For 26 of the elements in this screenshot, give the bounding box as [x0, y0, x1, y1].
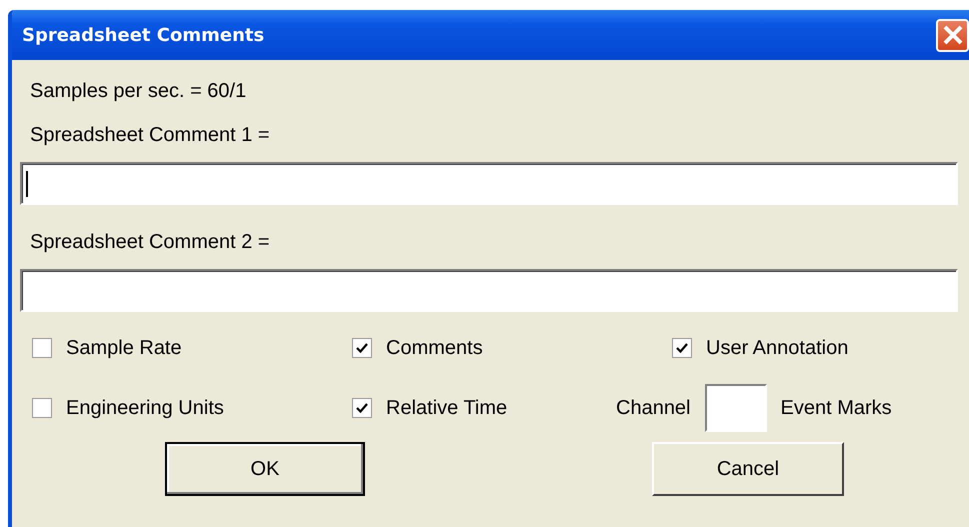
- checkbox-label: Relative Time: [386, 396, 508, 420]
- sample-rate-text: Samples per sec. = 60/1: [30, 78, 248, 104]
- checkmark-icon: [356, 342, 368, 354]
- checkbox-label: Engineering Units: [66, 396, 224, 420]
- comment-label: Spreadsheet Comment 1 =: [30, 122, 271, 148]
- close-icon: [942, 24, 964, 46]
- channel-field[interactable]: [704, 384, 767, 432]
- checkbox[interactable]: [672, 338, 692, 358]
- checkmark-icon: [676, 342, 688, 354]
- checkbox[interactable]: [32, 338, 52, 358]
- comment-field[interactable]: [20, 269, 958, 312]
- checkbox[interactable]: [352, 338, 372, 358]
- checkbox[interactable]: [352, 398, 372, 418]
- checkbox-label: Sample Rate: [66, 336, 182, 360]
- checkbox[interactable]: [32, 398, 52, 418]
- cancel-button[interactable]: Cancel: [652, 442, 844, 496]
- ok-button[interactable]: OK: [165, 442, 365, 496]
- checkbox-label: User Annotation: [706, 336, 848, 360]
- channel-label: Channel: [616, 396, 691, 420]
- window-title: Spreadsheet Comments: [22, 24, 264, 46]
- checkmark-icon: [356, 402, 368, 414]
- event-marks-label: Event Marks: [780, 396, 892, 420]
- close-button[interactable]: [936, 18, 969, 52]
- checkbox-label: Comments: [386, 336, 483, 360]
- comment-label: Spreadsheet Comment 2 =: [30, 230, 271, 254]
- comment-field[interactable]: [20, 162, 958, 205]
